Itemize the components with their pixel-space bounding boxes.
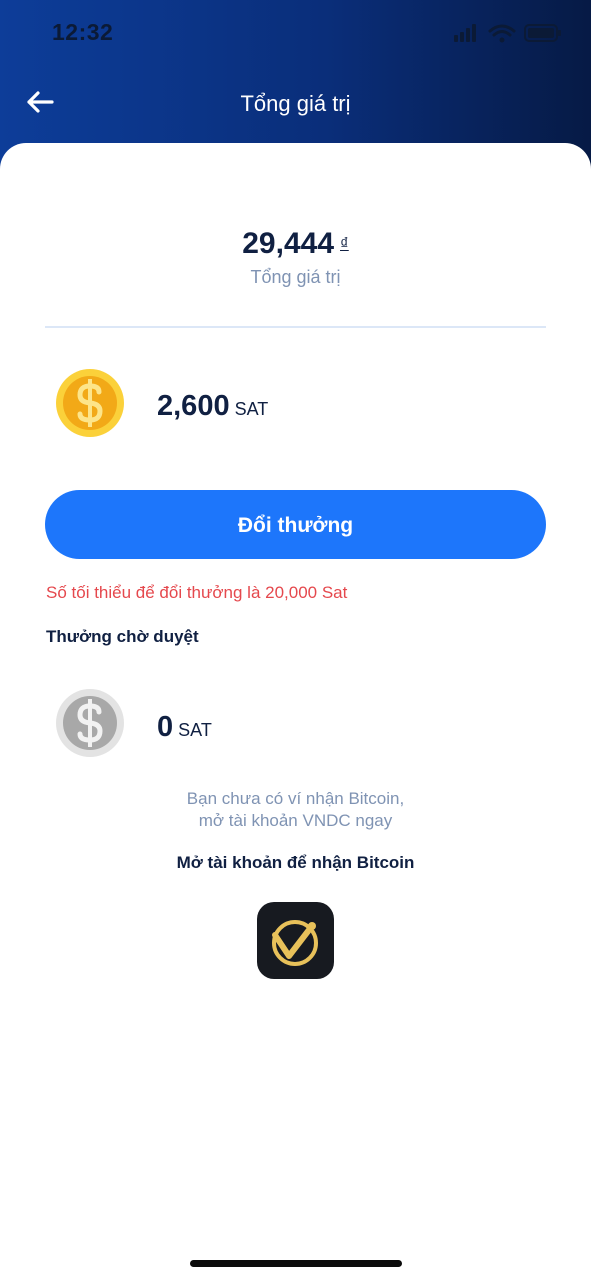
no-wallet-line-1: Bạn chưa có ví nhận Bitcoin, [186,789,405,808]
status-icons [454,24,561,43]
status-time: 12:32 [52,19,114,45]
wifi-icon [488,24,516,43]
page-title: Tổng giá trị [240,91,351,116]
total-value-amount: 29,444 [242,227,335,260]
signal-icon [454,24,476,42]
pending-sat-balance: 0 SAT [157,711,212,744]
gold-coin-icon [56,369,124,437]
sat-balance: 2,600 SAT [157,390,268,423]
sat-balance-amount: 2,600 [157,390,230,422]
sat-balance-unit: SAT [234,399,269,419]
redeem-button[interactable]: Đổi thưởng [45,490,546,559]
currency-symbol: ₫ [340,234,349,253]
battery-icon [524,24,561,42]
no-wallet-message: Bạn chưa có ví nhận Bitcoin, mở tài khoả… [0,788,591,832]
no-wallet-line-2: mở tài khoản VNDC ngay [198,811,393,830]
total-value-label: Tổng giá trị [250,267,341,287]
pending-rewards-heading: Thưởng chờ duyệt [46,627,199,646]
home-indicator[interactable] [190,1260,402,1267]
total-value: 29,444 ₫ [0,227,591,261]
pending-sat-unit: SAT [178,720,212,740]
divider [45,326,546,328]
minimum-redeem-note: Số tối thiểu để đổi thưởng là 20,000 Sat [46,583,348,602]
silver-coin-icon [56,689,124,757]
vndc-app-button[interactable] [257,902,334,979]
pending-sat-amount: 0 [157,711,174,743]
vndc-app-icon [272,920,318,966]
open-account-link[interactable]: Mở tài khoản để nhận Bitcoin [0,853,591,873]
